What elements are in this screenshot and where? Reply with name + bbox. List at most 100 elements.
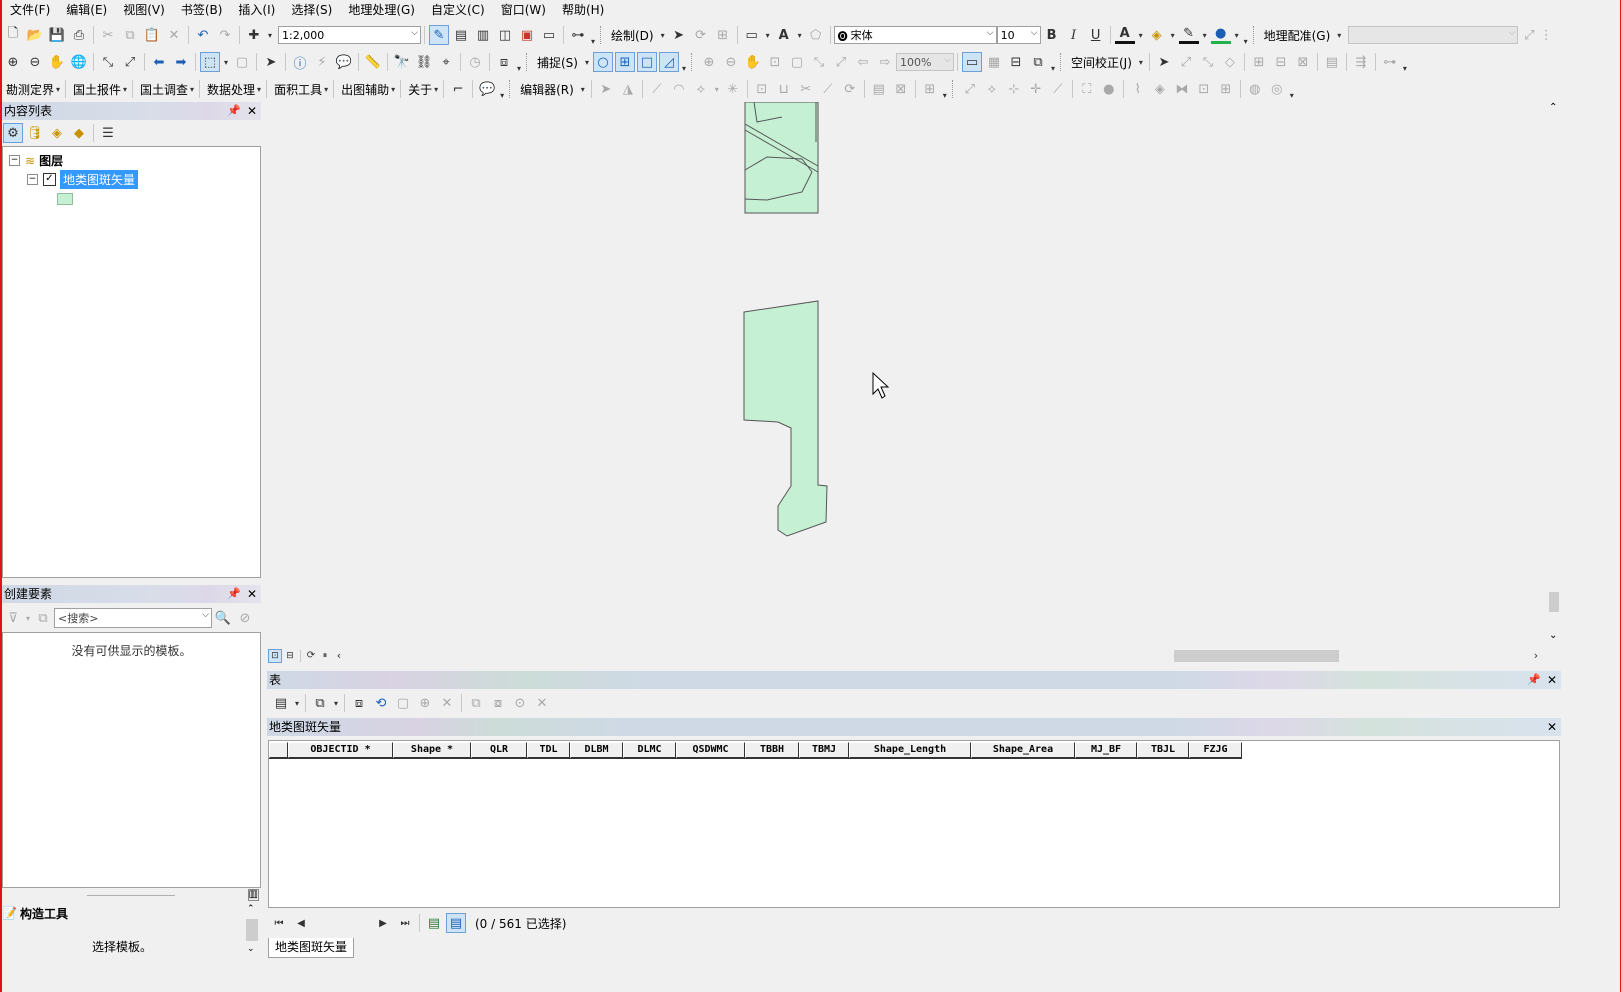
- new-document-icon[interactable]: 🗋: [3, 25, 23, 45]
- toolbar-grip[interactable]: [690, 53, 695, 71]
- marker-color-dropdown-icon[interactable]: ▾: [1233, 25, 1241, 45]
- first-record-icon[interactable]: ⏮: [269, 913, 289, 933]
- menu-edit[interactable]: 编辑(E): [58, 0, 115, 20]
- menu-insert[interactable]: 插入(I): [230, 0, 283, 20]
- rotate-icon[interactable]: ⟳: [691, 25, 711, 45]
- toolbar-grip[interactable]: [526, 53, 530, 71]
- collapse-icon[interactable]: −: [27, 174, 38, 185]
- column-header[interactable]: OBJECTID *: [288, 742, 393, 758]
- list-by-drawing-order-icon[interactable]: ⚙: [3, 123, 23, 143]
- toolbar-overflow-icon[interactable]: ▾: [680, 51, 688, 73]
- edit-annotation-icon[interactable]: ◮: [618, 79, 638, 99]
- add-data-dropdown-icon[interactable]: ▾: [266, 25, 274, 45]
- text-dropdown-icon[interactable]: ▾: [796, 25, 804, 45]
- point-snapping-icon[interactable]: ○: [592, 52, 613, 72]
- record-number-field[interactable]: [312, 915, 372, 931]
- add-control-points-icon[interactable]: ⤢: [1519, 25, 1539, 45]
- georef-layer-combo[interactable]: ⌵: [1348, 26, 1519, 44]
- scroll-left-icon[interactable]: ‹: [333, 649, 345, 662]
- toolbar-grip[interactable]: [1252, 26, 1257, 44]
- edit-tool-icon[interactable]: ➤: [596, 79, 616, 99]
- menu-help[interactable]: 帮助(H): [554, 0, 612, 20]
- topology-vertex-icon[interactable]: ⊹: [1004, 79, 1024, 99]
- modify-link-icon[interactable]: ⤡: [1198, 52, 1218, 72]
- template-search-combo[interactable]: <搜索> ⌵: [54, 608, 212, 628]
- attributes-icon[interactable]: ▤: [869, 79, 889, 99]
- area-tools-menu[interactable]: 面积工具: [270, 81, 326, 98]
- clear-selection-icon[interactable]: ▢: [232, 52, 252, 72]
- fill-color-dropdown-icon[interactable]: ▾: [1169, 25, 1177, 45]
- zoom-out-icon[interactable]: ⊖: [25, 52, 45, 72]
- toolbar-overflow-icon[interactable]: ▾: [1242, 24, 1250, 46]
- edit-vertices-icon[interactable]: ⬠: [806, 25, 826, 45]
- map-hscroll-thumb[interactable]: [1174, 650, 1339, 662]
- measure-icon[interactable]: 📏: [363, 52, 383, 72]
- go-forward-extent-icon[interactable]: ⇨: [875, 52, 895, 72]
- list-by-source-icon[interactable]: 🛢: [25, 123, 45, 143]
- select-elements-icon[interactable]: ➤: [669, 25, 689, 45]
- map-vscroll-thumb[interactable]: [1549, 592, 1559, 612]
- draw-dropdown-icon[interactable]: ▾: [659, 25, 667, 45]
- create-viewer-window-icon[interactable]: ⧈: [494, 52, 514, 72]
- focus-data-frame-icon[interactable]: ▦: [984, 52, 1004, 72]
- map-output-menu[interactable]: 出图辅助: [337, 81, 393, 98]
- toc-layer-row[interactable]: − ✓ 地类图斑矢量: [27, 170, 139, 189]
- multi-displacement-link-icon[interactable]: ◇: [1220, 52, 1240, 72]
- previous-record-icon[interactable]: ◀: [291, 913, 311, 933]
- fixed-zoom-in-layout-icon[interactable]: ⤡: [809, 52, 829, 72]
- land-survey-dropdown-icon[interactable]: ▾: [189, 79, 195, 99]
- view-options-icon[interactable]: ▥: [247, 889, 259, 901]
- rotate-icon[interactable]: ⟳: [840, 79, 860, 99]
- fixed-zoom-in-icon[interactable]: ⤡: [98, 52, 118, 72]
- georef-overflow-icon[interactable]: ⋮: [1540, 25, 1553, 45]
- georef-dropdown-icon[interactable]: ▾: [1335, 25, 1343, 45]
- polyline-tool-icon[interactable]: ⌐: [448, 79, 468, 99]
- clip-icon[interactable]: ⊞: [1216, 79, 1236, 99]
- filter-icon[interactable]: ⊽: [3, 608, 23, 628]
- time-slider-icon[interactable]: ◷: [465, 52, 485, 72]
- copy-selected-icon[interactable]: ⧉: [466, 693, 486, 713]
- font-color-button[interactable]: A: [1114, 26, 1135, 44]
- rectangle-dropdown-icon[interactable]: ▾: [764, 25, 772, 45]
- edit-vertices-icon[interactable]: ⊡: [752, 79, 772, 99]
- topology-edit-icon[interactable]: ⤢: [960, 79, 980, 99]
- editor-toolbar-icon[interactable]: ✎: [429, 25, 449, 45]
- draw-menu-button[interactable]: 绘制(D): [607, 27, 658, 44]
- line-color-dropdown-icon[interactable]: ▾: [1201, 25, 1209, 45]
- generalize-icon[interactable]: ⌇: [1128, 79, 1148, 99]
- map-output-dropdown-icon[interactable]: ▾: [390, 79, 396, 99]
- fill-color-icon[interactable]: ◈: [1147, 25, 1167, 45]
- fixed-zoom-out-icon[interactable]: ⤢: [120, 52, 140, 72]
- find-route-icon[interactable]: ⛓: [414, 52, 434, 72]
- show-all-records-icon[interactable]: ▤: [424, 913, 444, 933]
- scroll-down-icon[interactable]: ⌄: [247, 944, 255, 954]
- split-icon[interactable]: ⟋: [818, 79, 838, 99]
- area-tools-dropdown-icon[interactable]: ▾: [323, 79, 329, 99]
- undo-icon[interactable]: ↶: [193, 25, 213, 45]
- column-header[interactable]: TDL: [527, 742, 570, 758]
- toolbar-overflow-icon[interactable]: ▾: [589, 24, 597, 46]
- menu-view[interactable]: 视图(V): [115, 0, 173, 20]
- spatial-adjustment-dropdown-icon[interactable]: ▾: [1137, 52, 1145, 72]
- feature-polygon-main[interactable]: [743, 300, 828, 537]
- flash-icon[interactable]: ⊙: [510, 693, 530, 713]
- marker-color-icon[interactable]: ●: [1210, 26, 1231, 44]
- zoom-in-icon[interactable]: ⊕: [3, 52, 23, 72]
- layout-zoom-combo[interactable]: 100% ⌵: [895, 53, 954, 71]
- map-view[interactable]: [267, 102, 1545, 647]
- delete-selected-icon[interactable]: ✕: [437, 693, 457, 713]
- sketch-properties-icon[interactable]: ⊠: [891, 79, 911, 99]
- toc-root-row[interactable]: − ≋ 图层: [9, 152, 63, 169]
- attribute-transfer-icon[interactable]: ⇶: [1351, 52, 1371, 72]
- topology-modify-icon[interactable]: ⟡: [982, 79, 1002, 99]
- related-tables-dropdown-icon[interactable]: ▾: [332, 693, 340, 713]
- font-color-dropdown-icon[interactable]: ▾: [1137, 25, 1145, 45]
- layer-visibility-checkbox[interactable]: ✓: [43, 173, 56, 186]
- point-icon[interactable]: ✳: [723, 79, 743, 99]
- reshape-feature-icon[interactable]: ⊔: [774, 79, 794, 99]
- new-displacement-link-icon[interactable]: ⤢: [1176, 52, 1196, 72]
- survey-boundary-dropdown-icon[interactable]: ▾: [55, 79, 61, 99]
- pan-icon[interactable]: ✋: [47, 52, 67, 72]
- column-header[interactable]: Shape_Length: [849, 742, 971, 758]
- merge-icon[interactable]: ⧓: [1172, 79, 1192, 99]
